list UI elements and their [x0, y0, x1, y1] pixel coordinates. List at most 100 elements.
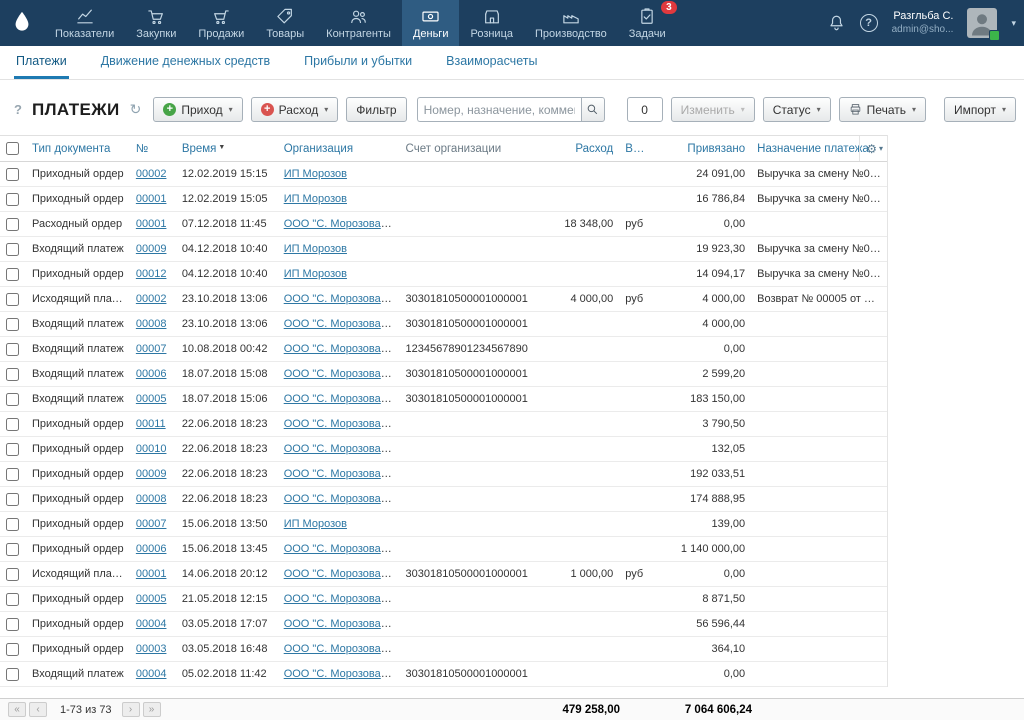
organization-link[interactable]: ООО "С. Морозова сын и ...	[284, 543, 400, 555]
table-row[interactable]: Приходный ордер 00001 12.02.2019 15:05 И…	[0, 187, 887, 212]
organization-link[interactable]: ООО "С. Морозова сын и ...	[284, 568, 400, 580]
organization-link[interactable]: ООО "С. Морозова сын и ...	[284, 468, 400, 480]
organization-link[interactable]: ООО "С. Морозова сын и ...	[284, 318, 400, 330]
document-number-link[interactable]: 00008	[136, 493, 167, 505]
search-input[interactable]	[417, 97, 581, 122]
document-number-link[interactable]: 00006	[136, 543, 167, 555]
row-checkbox[interactable]	[6, 618, 19, 631]
column-header-time[interactable]: Время▼	[176, 143, 278, 155]
row-checkbox[interactable]	[6, 343, 19, 356]
row-checkbox[interactable]	[6, 218, 19, 231]
tab-profit-loss[interactable]: Прибыли и убытки	[302, 46, 414, 79]
nav-item-tasks[interactable]: 3 Задачи	[618, 0, 677, 46]
table-row[interactable]: Входящий платеж 00005 18.07.2018 15:06 О…	[0, 387, 887, 412]
row-checkbox[interactable]	[6, 243, 19, 256]
document-number-link[interactable]: 00009	[136, 243, 167, 255]
select-all-checkbox[interactable]	[6, 142, 19, 155]
row-checkbox[interactable]	[6, 568, 19, 581]
row-checkbox[interactable]	[6, 168, 19, 181]
expense-button[interactable]: + Расход ▾	[251, 97, 339, 122]
nav-item-money[interactable]: Деньги	[402, 0, 460, 46]
row-checkbox[interactable]	[6, 318, 19, 331]
table-row[interactable]: Расходный ордер 00001 07.12.2018 11:45 О…	[0, 212, 887, 237]
nav-item-counterparties[interactable]: Контрагенты	[315, 0, 402, 46]
organization-link[interactable]: ООО "С. Морозова сын и ...	[284, 618, 400, 630]
column-header-linked[interactable]: Привязано	[653, 143, 751, 155]
table-row[interactable]: Входящий платеж 00007 10.08.2018 00:42 О…	[0, 337, 887, 362]
column-settings-button[interactable]: ⚙ ▾	[859, 136, 883, 161]
table-row[interactable]: Приходный ордер 00006 15.06.2018 13:45 О…	[0, 537, 887, 562]
document-number-link[interactable]: 00003	[136, 643, 167, 655]
table-row[interactable]: Входящий платеж 00009 04.12.2018 10:40 И…	[0, 237, 887, 262]
column-header-currency[interactable]: Валюта	[619, 143, 653, 155]
nav-item-purchases[interactable]: Закупки	[125, 0, 187, 46]
organization-link[interactable]: ООО "С. Морозова сын и ...	[284, 218, 400, 230]
table-row[interactable]: Приходный ордер 00011 22.06.2018 18:23 О…	[0, 412, 887, 437]
document-number-link[interactable]: 00009	[136, 468, 167, 480]
last-page-button[interactable]: »	[143, 702, 161, 717]
column-header-type[interactable]: Тип документа	[26, 143, 130, 155]
document-number-link[interactable]: 00005	[136, 393, 167, 405]
row-checkbox[interactable]	[6, 393, 19, 406]
row-checkbox[interactable]	[6, 493, 19, 506]
chevron-down-icon[interactable]: ▾	[1011, 18, 1016, 29]
page-help-icon[interactable]: ?	[14, 102, 22, 117]
search-button[interactable]	[581, 97, 605, 122]
table-row[interactable]: Приходный ордер 00007 15.06.2018 13:50 И…	[0, 512, 887, 537]
table-row[interactable]: Приходный ордер 00010 22.06.2018 18:23 О…	[0, 437, 887, 462]
nav-item-indicators[interactable]: Показатели	[44, 0, 125, 46]
row-checkbox[interactable]	[6, 518, 19, 531]
row-checkbox[interactable]	[6, 443, 19, 456]
row-checkbox[interactable]	[6, 268, 19, 281]
organization-link[interactable]: ООО "С. Морозова сын и ...	[284, 493, 400, 505]
user-menu[interactable]: Разгльба С. admin@sho...	[892, 10, 954, 36]
organization-link[interactable]: ООО "С. Морозова сын и ...	[284, 368, 400, 380]
document-number-link[interactable]: 00007	[136, 518, 167, 530]
nav-item-sales[interactable]: Продажи	[187, 0, 255, 46]
table-row[interactable]: Приходный ордер 00012 04.12.2018 10:40 И…	[0, 262, 887, 287]
organization-link[interactable]: ООО "С. Морозова сын и ...	[284, 293, 400, 305]
row-checkbox[interactable]	[6, 643, 19, 656]
document-number-link[interactable]: 00008	[136, 318, 167, 330]
status-button[interactable]: Статус ▾	[763, 97, 831, 122]
nav-item-production[interactable]: Производство	[524, 0, 618, 46]
table-row[interactable]: Приходный ордер 00004 03.05.2018 17:07 О…	[0, 612, 887, 637]
document-number-link[interactable]: 00010	[136, 443, 167, 455]
import-button[interactable]: Импорт ▾	[944, 97, 1016, 122]
tab-cash-flow[interactable]: Движение денежных средств	[99, 46, 272, 79]
row-checkbox[interactable]	[6, 543, 19, 556]
table-row[interactable]: Входящий платеж 00008 23.10.2018 13:06 О…	[0, 312, 887, 337]
table-row[interactable]: Входящий платеж 00006 18.07.2018 15:08 О…	[0, 362, 887, 387]
next-page-button[interactable]: ›	[122, 702, 140, 717]
document-number-link[interactable]: 00007	[136, 343, 167, 355]
refresh-icon[interactable]: ↻	[130, 101, 142, 118]
organization-link[interactable]: ООО "С. Морозова сын и ...	[284, 443, 400, 455]
table-row[interactable]: Приходный ордер 00009 22.06.2018 18:23 О…	[0, 462, 887, 487]
row-checkbox[interactable]	[6, 418, 19, 431]
row-checkbox[interactable]	[6, 668, 19, 681]
organization-link[interactable]: ИП Морозов	[284, 243, 347, 255]
table-row[interactable]: Приходный ордер 00002 12.02.2019 15:15 И…	[0, 162, 887, 187]
app-logo[interactable]	[0, 0, 44, 46]
organization-link[interactable]: ООО "С. Морозова сын и ...	[284, 343, 400, 355]
row-checkbox[interactable]	[6, 293, 19, 306]
organization-link[interactable]: ООО "С. Морозова сын и ...	[284, 418, 400, 430]
organization-link[interactable]: ООО "С. Морозова сын и ...	[284, 593, 400, 605]
nav-item-goods[interactable]: Товары	[255, 0, 315, 46]
row-checkbox[interactable]	[6, 368, 19, 381]
organization-link[interactable]: ИП Морозов	[284, 518, 347, 530]
table-row[interactable]: Приходный ордер 00003 03.05.2018 16:48 О…	[0, 637, 887, 662]
row-checkbox[interactable]	[6, 193, 19, 206]
row-checkbox[interactable]	[6, 593, 19, 606]
organization-link[interactable]: ИП Морозов	[284, 193, 347, 205]
organization-link[interactable]: ИП Морозов	[284, 268, 347, 280]
table-row[interactable]: Приходный ордер 00008 22.06.2018 18:23 О…	[0, 487, 887, 512]
document-number-link[interactable]: 00002	[136, 293, 167, 305]
tab-mutual-settlements[interactable]: Взаиморасчеты	[444, 46, 539, 79]
row-checkbox[interactable]	[6, 468, 19, 481]
column-header-expense[interactable]: Расход	[539, 143, 619, 155]
table-row[interactable]: Исходящий платеж 00002 23.10.2018 13:06 …	[0, 287, 887, 312]
nav-item-retail[interactable]: Розница	[459, 0, 524, 46]
document-number-link[interactable]: 00004	[136, 668, 167, 680]
table-row[interactable]: Приходный ордер 00005 21.05.2018 12:15 О…	[0, 587, 887, 612]
